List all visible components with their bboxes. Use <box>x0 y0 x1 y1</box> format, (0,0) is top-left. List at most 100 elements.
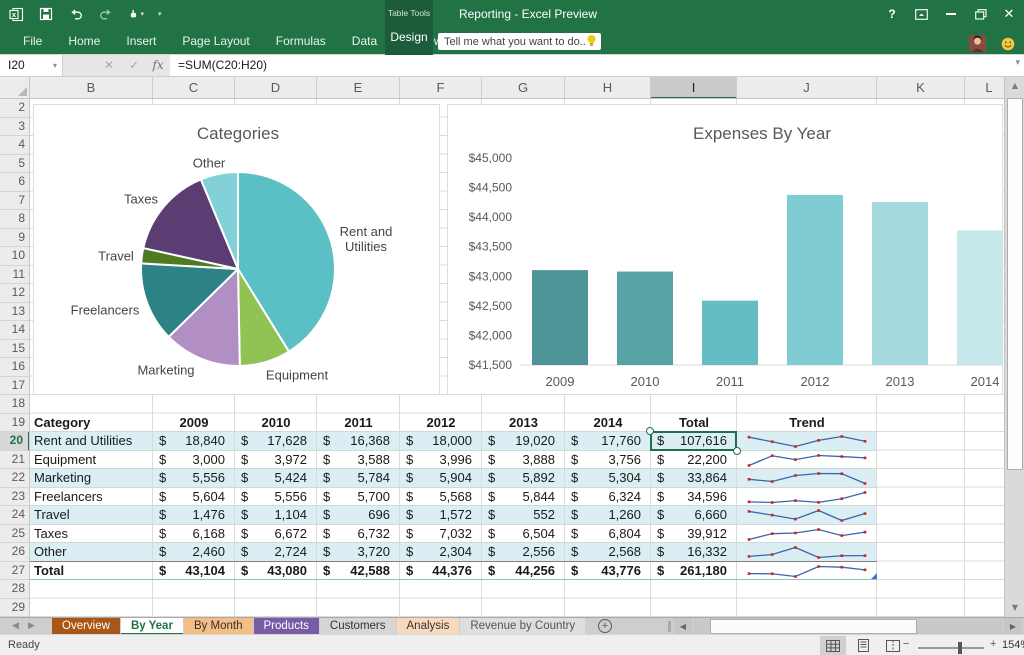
row-header-8[interactable]: 8 <box>0 210 30 229</box>
cell-F19[interactable]: 2012 <box>400 414 482 433</box>
cell-D21[interactable]: $3,972 <box>235 451 317 470</box>
cell-C23[interactable]: $5,604 <box>153 488 235 507</box>
cell-C22[interactable]: $5,556 <box>153 469 235 488</box>
cell-B19[interactable]: Category <box>30 414 153 433</box>
row-header-23[interactable]: 23 <box>0 488 30 507</box>
cell-I25[interactable]: $39,912 <box>651 525 737 544</box>
cell-F26[interactable]: $2,304 <box>400 543 482 562</box>
cell-H25[interactable]: $6,804 <box>565 525 651 544</box>
scroll-up-icon[interactable]: ▲ <box>1005 77 1024 95</box>
tab-scroll-left-icon[interactable]: ◀ <box>12 618 19 635</box>
column-header-I[interactable]: I <box>651 77 737 99</box>
row-header-29[interactable]: 29 <box>0 599 30 618</box>
cell-G23[interactable]: $5,844 <box>482 488 565 507</box>
cell-H23[interactable]: $6,324 <box>565 488 651 507</box>
worksheet-grid[interactable]: Category200920102011201220132014TotalTre… <box>30 99 1004 617</box>
send-a-smile-icon[interactable] <box>1001 37 1015 54</box>
row-header-24[interactable]: 24 <box>0 506 30 525</box>
sheet-tab-customers[interactable]: Customers <box>320 618 396 635</box>
cell-D19[interactable]: 2010 <box>235 414 317 433</box>
tab-file[interactable]: File <box>10 28 55 55</box>
column-header-F[interactable]: F <box>400 77 482 99</box>
cell-E27[interactable]: $42,588 <box>317 562 400 581</box>
column-header-G[interactable]: G <box>482 77 565 99</box>
column-header-D[interactable]: D <box>235 77 317 99</box>
cell-B21[interactable]: Equipment <box>30 451 153 470</box>
cell-B26[interactable]: Other <box>30 543 153 562</box>
cell-G26[interactable]: $2,556 <box>482 543 565 562</box>
zoom-in-icon[interactable]: + <box>990 638 996 650</box>
formula-bar-expand-icon[interactable]: ▾ <box>1015 58 1020 68</box>
row-header-9[interactable]: 9 <box>0 229 30 248</box>
column-header-B[interactable]: B <box>30 77 153 99</box>
cell-F25[interactable]: $7,032 <box>400 525 482 544</box>
cell-E22[interactable]: $5,784 <box>317 469 400 488</box>
hscroll-left-icon[interactable]: ◀ <box>674 618 692 635</box>
customize-quick-access-icon[interactable]: ▾ <box>158 10 162 18</box>
row-header-4[interactable]: 4 <box>0 136 30 155</box>
name-box[interactable]: I20▾ <box>0 55 63 76</box>
cell-C20[interactable]: $18,840 <box>153 432 235 451</box>
touch-mode-dropdown-icon[interactable]: ▾ <box>140 10 144 18</box>
close-icon[interactable]: ✕ <box>998 5 1020 23</box>
scroll-down-icon[interactable]: ▼ <box>1005 599 1024 617</box>
row-header-13[interactable]: 13 <box>0 303 30 322</box>
cell-H20[interactable]: $17,760 <box>565 432 651 451</box>
cell-C25[interactable]: $6,168 <box>153 525 235 544</box>
cell-E23[interactable]: $5,700 <box>317 488 400 507</box>
column-header-C[interactable]: C <box>153 77 235 99</box>
cell-G19[interactable]: 2013 <box>482 414 565 433</box>
cell-H27[interactable]: $43,776 <box>565 562 651 581</box>
cell-G24[interactable]: $552 <box>482 506 565 525</box>
cell-G25[interactable]: $6,504 <box>482 525 565 544</box>
row-header-6[interactable]: 6 <box>0 173 30 192</box>
selected-cell-I20[interactable] <box>650 431 737 451</box>
table-tools-context-block[interactable]: Table Tools Design <box>385 0 433 55</box>
minimize-icon[interactable] <box>940 5 962 23</box>
cell-C24[interactable]: $1,476 <box>153 506 235 525</box>
name-box-dropdown-icon[interactable]: ▾ <box>53 55 57 76</box>
bar-chart[interactable]: Expenses By Year$45,000$44,500$44,000$43… <box>447 104 1003 395</box>
horizontal-scroll-thumb[interactable] <box>710 619 917 634</box>
row-header-19[interactable]: 19 <box>0 414 30 433</box>
save-icon[interactable] <box>38 6 54 22</box>
hscroll-right-icon[interactable]: ▶ <box>1004 618 1022 635</box>
tab-splitter[interactable] <box>668 621 671 632</box>
cell-E26[interactable]: $3,720 <box>317 543 400 562</box>
cell-E20[interactable]: $16,368 <box>317 432 400 451</box>
column-header-E[interactable]: E <box>317 77 400 99</box>
tab-home[interactable]: Home <box>55 28 113 55</box>
cell-H24[interactable]: $1,260 <box>565 506 651 525</box>
tab-formulas[interactable]: Formulas <box>263 28 339 55</box>
row-header-28[interactable]: 28 <box>0 580 30 599</box>
row-header-18[interactable]: 18 <box>0 395 30 414</box>
row-header-5[interactable]: 5 <box>0 155 30 174</box>
cell-D20[interactable]: $17,628 <box>235 432 317 451</box>
cell-H22[interactable]: $5,304 <box>565 469 651 488</box>
zoom-slider-thumb[interactable] <box>958 642 962 654</box>
undo-icon[interactable] <box>68 6 84 22</box>
cell-C27[interactable]: $43,104 <box>153 562 235 581</box>
table-resize-handle[interactable] <box>871 573 877 579</box>
cell-I21[interactable]: $22,200 <box>651 451 737 470</box>
tab-design[interactable]: Design <box>385 30 433 44</box>
cell-H21[interactable]: $3,756 <box>565 451 651 470</box>
zoom-slider[interactable] <box>918 647 984 649</box>
row-header-17[interactable]: 17 <box>0 377 30 396</box>
column-header-L[interactable]: L <box>965 77 1004 99</box>
row-header-21[interactable]: 21 <box>0 451 30 470</box>
cell-B25[interactable]: Taxes <box>30 525 153 544</box>
cell-C26[interactable]: $2,460 <box>153 543 235 562</box>
cell-C19[interactable]: 2009 <box>153 414 235 433</box>
formula-input[interactable]: =SUM(C20:H20) <box>170 55 1024 76</box>
cell-H19[interactable]: 2014 <box>565 414 651 433</box>
tell-me-input[interactable]: Tell me what you want to do... <box>438 33 601 50</box>
cell-I24[interactable]: $6,660 <box>651 506 737 525</box>
column-header-H[interactable]: H <box>565 77 651 99</box>
ribbon-display-options-icon[interactable] <box>910 5 932 23</box>
cell-D25[interactable]: $6,672 <box>235 525 317 544</box>
cell-B23[interactable]: Freelancers <box>30 488 153 507</box>
redo-icon[interactable] <box>98 6 114 22</box>
row-header-25[interactable]: 25 <box>0 525 30 544</box>
cell-B20[interactable]: Rent and Utilities <box>30 432 153 451</box>
